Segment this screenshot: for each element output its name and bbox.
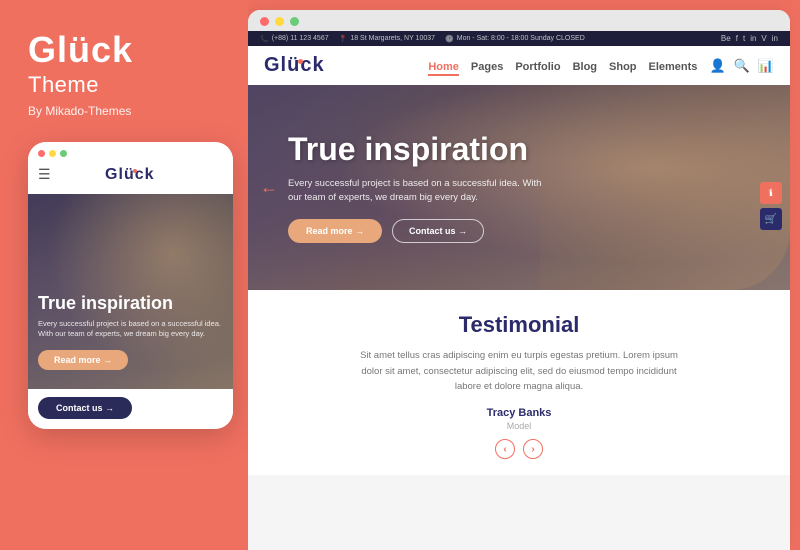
social-ig[interactable]: in [750,34,756,43]
site-hero: ← True inspiration Every successful proj… [248,85,790,290]
testimonial-author: Tracy Banks [268,407,770,419]
hero-person-overlay [540,85,790,290]
person-icon[interactable]: 👤 [709,58,725,74]
site-navbar: Glück Home Pages Portfolio Blog Shop Ele… [248,46,790,85]
hero-next-arrow[interactable]: → [760,177,778,198]
nav-portfolio[interactable]: Portfolio [515,61,560,73]
location-icon: 📍 [339,35,348,43]
left-panel: Glück Theme By Mikado-Themes ☰ Glück Tru… [0,0,248,550]
nav-pages[interactable]: Pages [471,61,503,73]
mobile-hero-description: Every successful project is based on a s… [38,319,223,340]
mobile-hero: True inspiration Every successful projec… [28,194,233,389]
hero-description: Every successful project is based on a s… [288,177,548,206]
mobile-contact-section: Contact us → [28,389,233,429]
search-icon[interactable]: 🔍 [734,58,750,74]
website-preview: 📞 (+88) 11 123 4567 📍 18 St Margarets, N… [248,31,790,475]
testimonial-role: Model [268,421,770,431]
brand-subtitle: Theme [28,72,99,98]
mobile-dot-green [60,150,67,157]
mobile-dot-yellow [49,150,56,157]
phone-icon: 📞 [260,35,269,43]
mobile-header-bar: ☰ Glück [38,162,223,190]
social-be[interactable]: Be [721,34,731,43]
brand-title: Glück [28,30,133,70]
testimonial-text: Sit amet tellus cras adipiscing enim eu … [349,348,689,395]
testimonial-prev-button[interactable]: ‹ [495,439,515,459]
nav-elements[interactable]: Elements [649,61,698,73]
browser-dot-red [260,17,269,26]
browser-chrome [248,10,790,31]
mobile-mockup: ☰ Glück True inspiration Every successfu… [28,142,233,429]
right-panel: 📞 (+88) 11 123 4567 📍 18 St Margarets, N… [248,10,790,550]
social-fb[interactable]: f [736,34,738,43]
hero-contact-button[interactable]: Contact us → [392,219,484,243]
clock-icon: 🕐 [445,35,454,43]
nav-shop[interactable]: Shop [609,61,637,73]
nav-blog[interactable]: Blog [573,61,597,73]
mobile-window-dots [38,150,223,157]
mobile-hamburger-icon[interactable]: ☰ [38,166,51,183]
browser-dot-yellow [275,17,284,26]
topbar-address: 📍 18 St Margarets, NY 10037 [339,35,435,43]
topbar-hours: 🕐 Mon - Sat: 8:00 - 18:00 Sunday CLOSED [445,35,585,43]
hero-readmore-button[interactable]: Read more → [288,219,382,243]
topbar-phone: 📞 (+88) 11 123 4567 [260,35,329,43]
hero-content: True inspiration Every successful projec… [288,132,548,244]
testimonial-title: Testimonial [268,312,770,338]
brand-by: By Mikado-Themes [28,104,131,118]
mobile-contact-button[interactable]: Contact us → [38,397,132,419]
social-tw[interactable]: t [743,34,745,43]
topbar-socials: Be f t in V in [721,34,778,43]
testimonial-next-button[interactable]: › [523,439,543,459]
nav-home[interactable]: Home [428,61,459,76]
floating-cart-icon[interactable]: 🛒 [760,208,782,230]
mobile-readmore-button[interactable]: Read more → [38,350,128,370]
mobile-dot-red [38,150,45,157]
site-nav-icons: 👤 🔍 📊 [709,58,774,74]
hero-prev-arrow[interactable]: ← [260,177,278,198]
testimonial-nav: ‹ › [268,439,770,459]
site-topbar: 📞 (+88) 11 123 4567 📍 18 St Margarets, N… [248,31,790,46]
site-logo: Glück [264,54,325,77]
mobile-logo: Glück [105,166,154,184]
hero-buttons: Read more → Contact us → [288,219,548,243]
mobile-hero-title: True inspiration [38,293,223,314]
hero-title: True inspiration [288,132,548,167]
social-li[interactable]: in [772,34,778,43]
site-nav-links: Home Pages Portfolio Blog Shop Elements [428,57,697,75]
browser-dot-green [290,17,299,26]
site-testimonial: Testimonial Sit amet tellus cras adipisc… [248,290,790,475]
equalizer-icon[interactable]: 📊 [758,58,774,74]
mobile-top-bar: ☰ Glück [28,142,233,194]
social-v[interactable]: V [761,34,766,43]
